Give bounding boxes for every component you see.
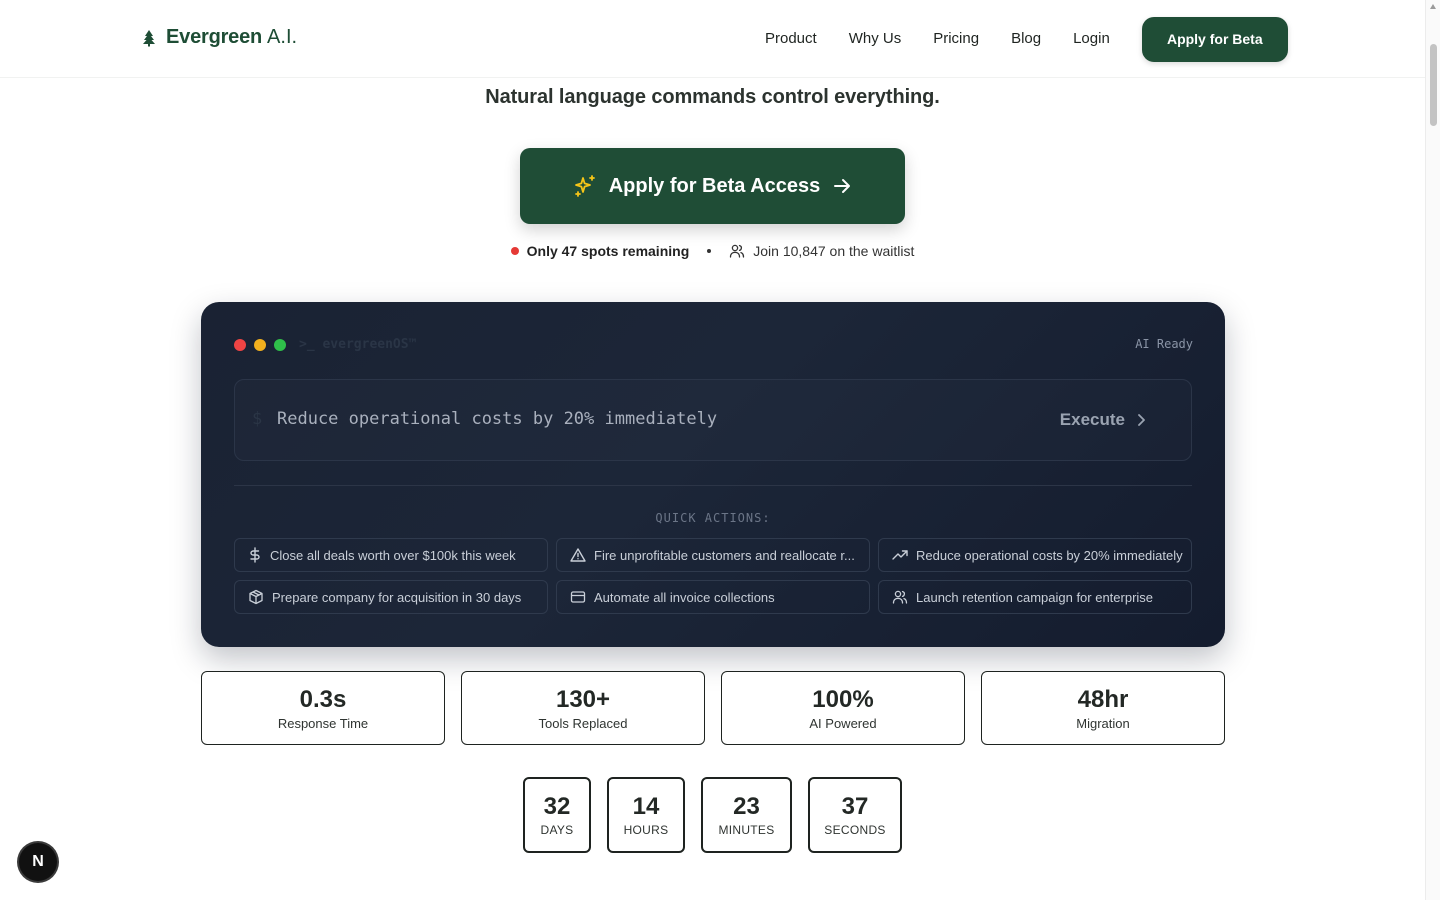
package-icon — [249, 589, 263, 605]
nav-product[interactable]: Product — [765, 16, 817, 62]
terminal-divider — [234, 485, 1192, 486]
stat-label: Migration — [1076, 716, 1130, 731]
window-maximize-dot — [274, 339, 286, 351]
page-scrollbar[interactable] — [1425, 0, 1440, 900]
countdown-value: 23 — [733, 793, 760, 820]
credit-card-icon — [570, 591, 586, 603]
quick-action-label: Reduce operational costs by 20% immediat… — [916, 547, 1183, 563]
scrollbar-thumb[interactable] — [1430, 44, 1437, 126]
dollar-icon — [250, 547, 260, 563]
countdown-hours: 14 HOURS — [607, 777, 685, 853]
stat-label: Tools Replaced — [538, 716, 628, 731]
availability-row: Only 47 spots remaining Join 10,847 on t… — [0, 243, 1425, 259]
command-input[interactable]: $ Reduce operational costs by 20% immedi… — [234, 379, 1192, 461]
chevron-right-icon — [1138, 414, 1145, 426]
ai-status: AI Ready — [1135, 337, 1193, 351]
nav-pricing[interactable]: Pricing — [933, 16, 979, 62]
stat-migration: 48hr Migration — [981, 671, 1225, 745]
countdown-minutes: 23 MINUTES — [701, 777, 792, 853]
logo-name: Evergreen — [166, 26, 263, 48]
quick-action-label: Fire unprofitable customers and realloca… — [594, 547, 855, 563]
quick-action-label: Close all deals worth over $100k this we… — [270, 547, 516, 563]
separator-dot — [707, 249, 712, 253]
quick-action-label: Prepare company for acquisition in 30 da… — [272, 589, 522, 605]
quick-action-invoices[interactable]: Automate all invoice collections — [556, 580, 870, 614]
countdown-label: HOURS — [623, 823, 669, 837]
stat-label: Response Time — [277, 716, 369, 731]
countdown-value: 32 — [543, 793, 571, 820]
quick-action-label: Launch retention campaign for enterprise — [916, 589, 1154, 605]
nav-blog[interactable]: Blog — [1011, 16, 1041, 62]
spots-remaining: Only 47 spots remaining — [526, 243, 690, 259]
stat-value: 130+ — [555, 686, 611, 713]
quick-action-label: Automate all invoice collections — [594, 589, 775, 605]
waitlist-count: Join 10,847 on the waitlist — [753, 243, 915, 259]
countdown-days: 32 DAYS — [523, 777, 591, 853]
execute-button[interactable]: Execute — [1060, 410, 1147, 430]
stat-value: 100% — [812, 686, 874, 713]
prompt-symbol: $ — [252, 409, 263, 429]
window-close-dot — [234, 339, 246, 351]
window-minimize-dot — [254, 339, 266, 351]
quick-action-reduce-costs[interactable]: Reduce operational costs by 20% immediat… — [878, 538, 1192, 572]
apply-beta-access-button[interactable]: Apply for Beta Access — [520, 148, 905, 224]
countdown-label: MINUTES — [718, 823, 775, 837]
live-indicator-dot — [510, 247, 519, 255]
users-icon — [730, 244, 745, 258]
apply-for-beta-button[interactable]: Apply for Beta — [1141, 16, 1288, 62]
logo-suffix: A.I. — [267, 26, 298, 48]
tree-icon — [143, 29, 155, 46]
quick-action-fire-customers[interactable]: Fire unprofitable customers and realloca… — [556, 538, 870, 572]
sparkles-icon — [574, 175, 595, 197]
dev-tools-badge[interactable]: N — [19, 843, 57, 881]
stat-response-time: 0.3s Response Time — [201, 671, 445, 745]
users-icon — [892, 590, 908, 604]
execute-label: Execute — [1059, 410, 1125, 429]
cta-label: Apply for Beta Access — [608, 174, 821, 197]
nav-login[interactable]: Login — [1073, 16, 1110, 62]
stat-ai-powered: 100% AI Powered — [721, 671, 965, 745]
stat-value: 48hr — [1077, 686, 1129, 713]
site-header: Evergreen A.I. Product Why Us Pricing Blo… — [0, 0, 1425, 78]
main-nav: Product Why Us Pricing Blog Login Apply … — [765, 16, 1288, 62]
nav-why-us[interactable]: Why Us — [849, 16, 902, 62]
trending-up-icon — [892, 550, 908, 560]
stat-tools-replaced: 130+ Tools Replaced — [461, 671, 705, 745]
quick-actions-label: QUICK ACTIONS: — [655, 511, 771, 525]
waitlist-info: Join 10,847 on the waitlist — [729, 243, 914, 259]
countdown-value: 14 — [632, 793, 660, 820]
countdown-label: SECONDS — [824, 823, 886, 837]
stat-label: AI Powered — [809, 716, 877, 731]
stat-value: 0.3s — [299, 686, 347, 713]
countdown-seconds: 37 SECONDS — [808, 777, 902, 853]
quick-action-close-deals[interactable]: Close all deals worth over $100k this we… — [234, 538, 548, 572]
quick-action-retention[interactable]: Launch retention campaign for enterprise — [878, 580, 1192, 614]
command-terminal: >_ evergreenOS™ AI Ready $ Reduce operat… — [201, 302, 1225, 647]
terminal-title: >_ evergreenOS™ — [299, 337, 417, 352]
quick-action-acquisition[interactable]: Prepare company for acquisition in 30 da… — [234, 580, 548, 614]
command-text: Reduce operational costs by 20% immediat… — [277, 409, 718, 429]
countdown-value: 37 — [841, 793, 869, 820]
scroll-up-arrow-icon[interactable] — [1430, 4, 1436, 9]
warning-icon — [570, 548, 586, 562]
hero-tagline: Natural language commands control everyt… — [485, 86, 940, 108]
logo[interactable]: Evergreen A.I. — [140, 26, 297, 49]
countdown-label: DAYS — [540, 823, 574, 837]
arrow-right-icon — [834, 179, 851, 193]
